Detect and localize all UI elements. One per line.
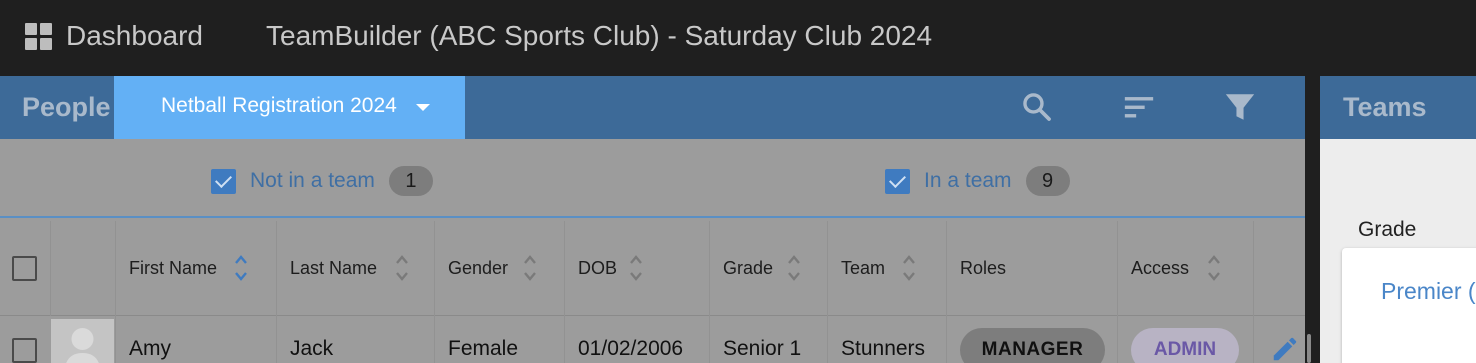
column-header-last-name[interactable]: Last Name [276,221,434,316]
cell-actions [1253,316,1305,363]
column-header-first-name[interactable]: First Name [115,221,276,316]
filter-not-in-team[interactable]: Not in a team 1 [211,166,433,196]
filter-divider-left [0,212,652,218]
cell-last-name: Jack [276,316,434,363]
cell-roles: MANAGER [946,316,1117,363]
avatar [51,319,114,363]
people-title: People [22,92,111,122]
cell-gender: Female [434,316,564,363]
search-icon[interactable] [1020,90,1054,124]
row-checkbox[interactable] [12,338,37,363]
top-bar: Dashboard TeamBuilder (ABC Sports Club) … [0,0,1476,76]
column-header-access[interactable]: Access [1117,221,1253,316]
sort-icon[interactable] [1122,90,1156,124]
sort-icon[interactable] [523,253,537,283]
people-filters: Not in a team 1 In a team 9 [0,139,1305,221]
teams-panel: Teams Grade Premier ( [1320,76,1476,363]
filter-in-team[interactable]: In a team 9 [885,166,1070,196]
table-header: First Name Last Name Gender DOB Grade Te… [0,221,1305,316]
dashboard-grid-icon[interactable] [25,23,53,51]
not-in-team-checkbox[interactable] [211,168,236,194]
caret-down-icon [416,104,430,111]
sort-icon[interactable] [395,253,409,283]
sort-icon[interactable] [902,253,916,283]
table-row[interactable]: Amy Jack Female 01/02/2006 Senior 1 Stun… [0,316,1305,363]
column-header-gender[interactable]: Gender [434,221,564,316]
edit-pencil-icon[interactable] [1270,334,1300,363]
in-team-label: In a team [924,169,1012,192]
app-title: TeamBuilder (ABC Sports Club) - Saturday… [266,20,933,51]
dashboard-link[interactable]: Dashboard [66,20,203,52]
not-in-team-label: Not in a team [250,169,375,192]
column-header-grade[interactable]: Grade [709,221,827,316]
column-header-team[interactable]: Team [827,221,946,316]
grade-premier-link[interactable]: Premier ( [1381,278,1476,305]
in-team-checkbox[interactable] [885,168,910,194]
access-chip-admin: ADMIN [1131,328,1239,363]
scrollbar-thumb[interactable] [1307,334,1311,363]
person-placeholder-icon [66,328,99,363]
teams-title: Teams [1343,92,1427,122]
filter-divider-right [652,212,1305,218]
actions-column-header [1253,221,1305,316]
team-grade-card[interactable]: Premier ( [1342,248,1476,363]
teams-grade-label: Grade [1358,218,1417,241]
teams-header: Teams [1320,76,1476,139]
cell-access: ADMIN [1117,316,1253,363]
select-all-checkbox[interactable] [12,256,37,281]
sort-asc-icon[interactable] [234,253,248,283]
column-header-roles: Roles [946,221,1117,316]
avatar-column-header [50,221,115,316]
panel-splitter[interactable] [1305,76,1320,363]
not-in-team-count-badge: 1 [388,166,433,196]
column-header-dob[interactable]: DOB [564,221,709,316]
cell-team: Stunners [827,316,946,363]
role-chip-manager: MANAGER [960,328,1105,363]
cell-dob: 01/02/2006 [564,316,709,363]
cell-first-name: Amy [115,316,276,363]
people-panel: People Netball Registration 2024 Not in … [0,76,1305,363]
registration-select-label: Netball Registration 2024 [161,94,397,117]
sort-icon[interactable] [1207,253,1221,283]
in-team-count-badge: 9 [1025,166,1070,196]
cell-grade: Senior 1 [709,316,827,363]
sort-icon[interactable] [787,253,801,283]
sort-icon[interactable] [629,253,643,283]
filter-icon[interactable] [1223,90,1257,124]
